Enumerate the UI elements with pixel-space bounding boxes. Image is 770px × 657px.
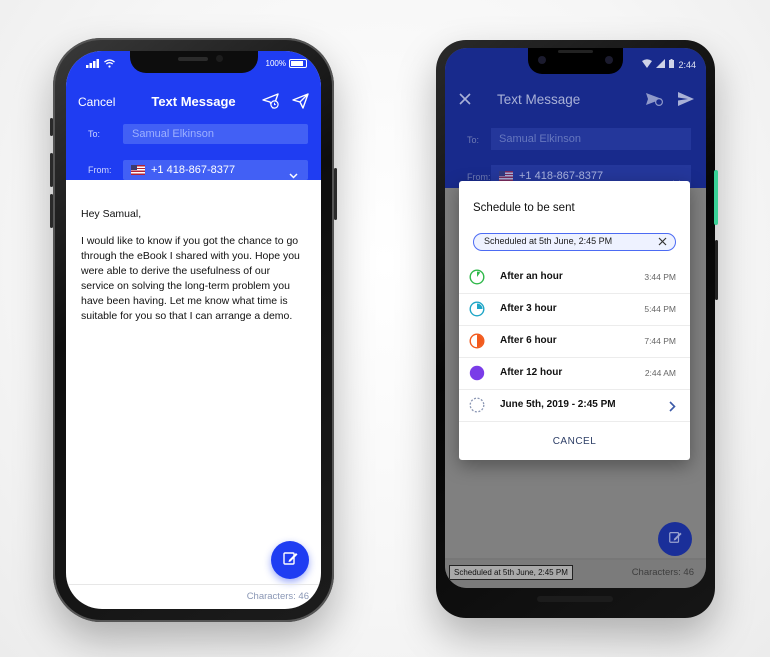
scheduled-time-chip[interactable]: Scheduled at 5th June, 2:45 PM xyxy=(473,233,676,251)
option-label: After 3 hour xyxy=(500,303,557,314)
battery-percent: 100% xyxy=(265,59,286,68)
volume-down-button xyxy=(50,194,53,228)
compose-footer: Characters: 46 xyxy=(66,584,321,609)
to-label: To: xyxy=(467,135,480,145)
power-button xyxy=(714,170,718,225)
clock-half-icon xyxy=(469,333,485,354)
notch xyxy=(528,48,623,74)
chevron-down-icon xyxy=(289,166,298,186)
schedule-option-3h[interactable]: After 3 hour 5:44 PM xyxy=(459,293,690,326)
speaker-grille xyxy=(537,596,613,602)
schedule-option-custom[interactable]: June 5th, 2019 - 2:45 PM xyxy=(459,389,690,422)
message-greeting: Hey Samual, xyxy=(81,208,142,220)
compose-footer: Scheduled at 5th June, 2:45 PM Character… xyxy=(445,560,706,588)
message-body[interactable]: Hey Samual, I would like to know if you … xyxy=(81,207,306,336)
to-label: To: xyxy=(88,129,101,139)
clear-icon[interactable] xyxy=(658,236,667,251)
us-flag-icon xyxy=(499,171,513,181)
option-time: 5:44 PM xyxy=(644,304,676,314)
from-label: From: xyxy=(88,165,112,175)
mute-switch xyxy=(50,118,53,136)
option-time: 3:44 PM xyxy=(644,272,676,282)
schedule-option-1h[interactable]: After an hour 3:44 PM xyxy=(459,261,690,294)
status-bar-right: 100% xyxy=(266,59,307,68)
edit-fab-button[interactable] xyxy=(271,541,309,579)
option-label: June 5th, 2019 - 2:45 PM xyxy=(500,399,616,410)
schedule-option-6h[interactable]: After 6 hour 7:44 PM xyxy=(459,325,690,358)
option-time: 2:44 AM xyxy=(644,368,676,378)
close-icon[interactable] xyxy=(459,92,471,110)
bottom-bezel xyxy=(436,588,715,618)
wifi-icon xyxy=(104,59,115,70)
schedule-send-icon[interactable] xyxy=(646,92,664,111)
edit-icon xyxy=(282,550,298,571)
status-time: 2:44 xyxy=(678,59,696,70)
character-count: Characters: 46 xyxy=(246,591,309,602)
page-title: Text Message xyxy=(497,92,581,107)
power-button xyxy=(334,168,337,220)
from-number: +1 418-867-8377 xyxy=(151,164,236,176)
pixel-device: 2:44 Text Message To: Samual Elkinson Fr… xyxy=(436,40,718,618)
notch xyxy=(130,51,258,73)
to-field[interactable]: Samual Elkinson xyxy=(491,128,691,150)
signal-icon xyxy=(86,59,100,70)
clock-full-icon xyxy=(469,365,485,386)
scheduled-chip[interactable]: Scheduled at 5th June, 2:45 PM xyxy=(449,565,573,580)
schedule-send-icon[interactable] xyxy=(262,93,280,114)
send-icon[interactable] xyxy=(678,92,694,111)
option-label: After 12 hour xyxy=(500,367,563,378)
to-field[interactable]: Samual Elkinson xyxy=(123,124,308,144)
edit-fab-button[interactable] xyxy=(658,522,692,556)
option-time: 7:44 PM xyxy=(644,336,676,346)
send-icon[interactable] xyxy=(292,93,309,114)
cancel-button[interactable]: Cancel xyxy=(78,95,115,109)
wifi-icon xyxy=(642,59,653,70)
us-flag-icon xyxy=(131,165,145,175)
signal-icon xyxy=(656,59,666,70)
battery-icon xyxy=(669,59,675,70)
clock-dashed-icon xyxy=(469,397,485,418)
chevron-right-icon xyxy=(669,399,676,417)
option-label: After an hour xyxy=(500,271,563,282)
header-actions xyxy=(646,92,694,111)
iphone-screen: 100% Cancel Text Message To: Samual Elki… xyxy=(66,51,321,609)
from-select[interactable]: +1 418-867-8377 xyxy=(123,160,308,180)
schedule-dialog: Schedule to be sent Scheduled at 5th Jun… xyxy=(459,181,690,460)
edit-icon xyxy=(668,530,682,549)
header-actions xyxy=(262,93,309,114)
iphone-device: 100% Cancel Text Message To: Samual Elki… xyxy=(50,38,337,622)
battery-icon xyxy=(289,59,307,68)
schedule-option-12h[interactable]: After 12 hour 2:44 AM xyxy=(459,357,690,390)
cancel-button[interactable]: CANCEL xyxy=(459,436,690,447)
clock-quarter-icon xyxy=(469,301,485,322)
message-text: I would like to know if you got the chan… xyxy=(81,235,300,322)
clock-quarter-icon xyxy=(469,269,485,290)
dialog-title: Schedule to be sent xyxy=(473,202,575,214)
character-count: Characters: 46 xyxy=(631,567,694,578)
option-label: After 6 hour xyxy=(500,335,557,346)
volume-button xyxy=(715,240,718,300)
volume-up-button xyxy=(50,153,53,187)
scheduled-time-text: Scheduled at 5th June, 2:45 PM xyxy=(484,236,613,246)
pixel-screen: 2:44 Text Message To: Samual Elkinson Fr… xyxy=(445,48,706,588)
status-bar: 2:44 xyxy=(642,59,696,70)
status-bar-left xyxy=(86,59,115,70)
